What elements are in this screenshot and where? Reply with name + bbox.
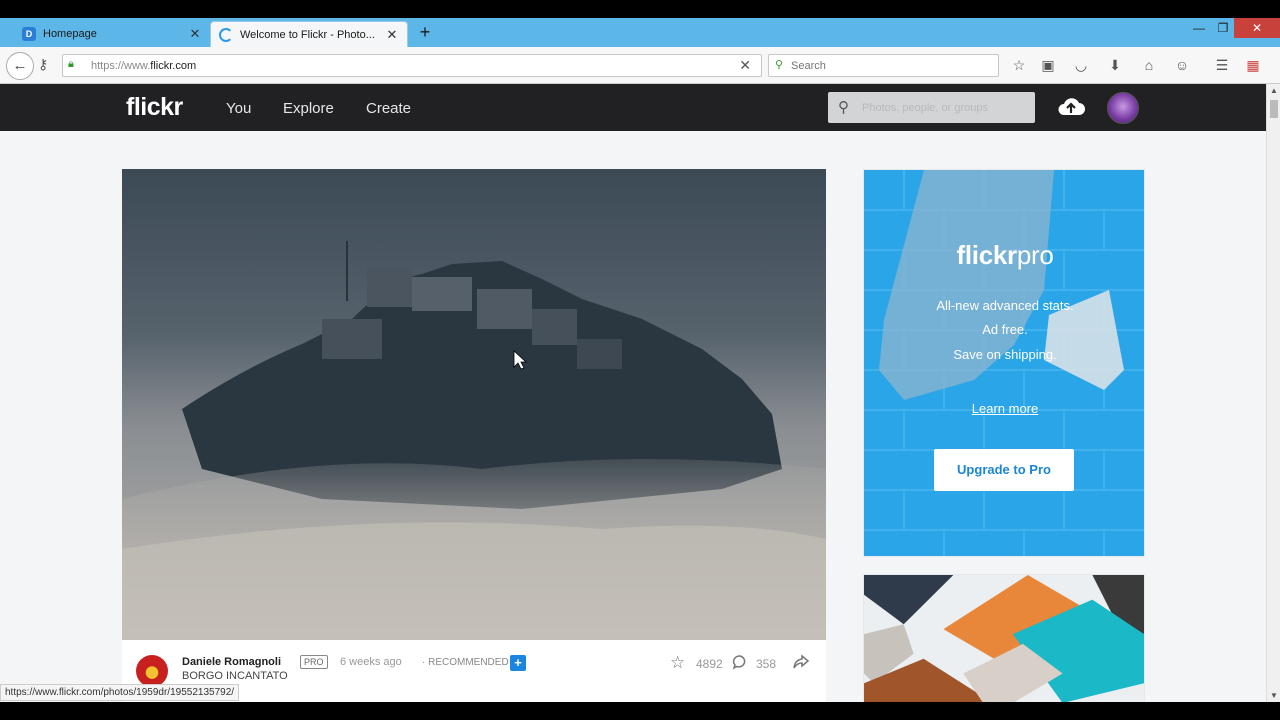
clear-url-icon[interactable]: ✕ bbox=[739, 57, 751, 74]
browser-tab-strip: D Homepage ✕ Welcome to Flickr - Photo..… bbox=[0, 18, 1280, 47]
addon-icon[interactable]: ▦ bbox=[1244, 57, 1262, 74]
comment-icon[interactable] bbox=[732, 654, 748, 670]
learn-more-link[interactable]: Learn more bbox=[864, 401, 1144, 416]
link-status-bar: https://www.flickr.com/photos/1959dr/195… bbox=[0, 684, 240, 701]
flickr-search-input[interactable] bbox=[862, 99, 1027, 117]
fave-count: 4892 bbox=[696, 657, 723, 671]
featured-photo[interactable] bbox=[122, 169, 826, 640]
page-viewport: flickr You Explore Create ⚲ Photos, peop… bbox=[0, 84, 1266, 702]
tab-title: Homepage bbox=[43, 28, 97, 40]
comment-count: 358 bbox=[756, 657, 777, 671]
nav-you[interactable]: You bbox=[226, 100, 251, 117]
scroll-up-arrow-icon[interactable]: ▲ bbox=[1270, 86, 1278, 95]
nav-explore[interactable]: Explore bbox=[283, 100, 334, 117]
star-icon[interactable]: ☆ bbox=[670, 653, 685, 673]
browser-search-input[interactable] bbox=[791, 58, 991, 74]
nav-create[interactable]: Create bbox=[366, 100, 411, 117]
upgrade-to-pro-button[interactable]: Upgrade to Pro bbox=[934, 449, 1074, 491]
flickr-header: flickr You Explore Create ⚲ bbox=[0, 84, 1266, 131]
share-icon[interactable] bbox=[792, 654, 810, 670]
close-tab-icon[interactable]: ✕ bbox=[385, 27, 399, 43]
photo-time: 6 weeks ago bbox=[340, 656, 402, 668]
page-scrollbar[interactable]: ▲ ▼ bbox=[1266, 84, 1280, 702]
tab-flickr[interactable]: Welcome to Flickr - Photo... ✕ bbox=[210, 21, 408, 47]
tab-homepage[interactable]: D Homepage ✕ bbox=[14, 21, 210, 47]
key-icon[interactable]: ⚷ bbox=[38, 56, 48, 73]
scroll-thumb[interactable] bbox=[1270, 100, 1278, 118]
close-tab-icon[interactable]: ✕ bbox=[188, 26, 202, 42]
pro-feature-line: Save on shipping. bbox=[953, 347, 1057, 362]
owner-avatar[interactable] bbox=[136, 655, 168, 687]
scroll-down-arrow-icon[interactable]: ▼ bbox=[1270, 691, 1278, 700]
flickr-search-box[interactable]: ⚲ bbox=[828, 92, 1035, 123]
address-bar[interactable]: 🔒︎ https://www.flickr.com ✕ bbox=[62, 54, 762, 77]
photo-card: Daniele Romagnoli PRO 6 weeks ago · RECO… bbox=[122, 169, 826, 702]
home-icon[interactable]: ⌂ bbox=[1140, 57, 1158, 73]
download-icon[interactable]: ⬇ bbox=[1106, 57, 1124, 74]
photo-title[interactable]: BORGO INCANTATO bbox=[182, 670, 288, 682]
flickr-logo[interactable]: flickr bbox=[126, 93, 183, 122]
close-window-button[interactable]: ✕ bbox=[1234, 18, 1280, 38]
pocket-icon[interactable]: ◡ bbox=[1072, 57, 1090, 74]
brick-wall-background bbox=[864, 170, 1144, 556]
loading-spinner-icon bbox=[219, 27, 233, 42]
pro-badge: PRO bbox=[300, 655, 328, 669]
url-text[interactable]: https://www.flickr.com bbox=[91, 60, 196, 72]
new-tab-button[interactable]: + bbox=[416, 22, 434, 43]
search-icon[interactable]: ⚲ bbox=[838, 98, 849, 116]
menu-icon[interactable]: ☰ bbox=[1213, 57, 1231, 74]
lock-icon[interactable]: 🔒︎ bbox=[68, 58, 74, 71]
promo-image-tile[interactable] bbox=[863, 574, 1145, 702]
pro-feature-line: Ad free. bbox=[982, 322, 1028, 337]
flickr-pro-ad: flickrpro All-new advanced stats. Ad fre… bbox=[863, 169, 1145, 557]
back-button[interactable]: ← bbox=[6, 52, 34, 80]
tab-title: Welcome to Flickr - Photo... bbox=[240, 28, 375, 41]
homepage-favicon-icon: D bbox=[22, 27, 36, 41]
follow-plus-button[interactable]: + bbox=[510, 655, 526, 671]
user-avatar[interactable] bbox=[1107, 92, 1139, 124]
search-engine-icon[interactable]: ⚲ bbox=[775, 58, 783, 71]
recommended-label: · RECOMMENDED bbox=[422, 657, 509, 668]
bookmark-star-icon[interactable]: ☆ bbox=[1010, 57, 1028, 74]
chat-icon[interactable]: ☺ bbox=[1173, 57, 1191, 73]
screen-top-border bbox=[0, 0, 1280, 18]
upload-cloud-icon[interactable] bbox=[1056, 95, 1086, 119]
pro-feature-line: All-new advanced stats. bbox=[936, 298, 1074, 313]
browser-nav-bar: ← ⚷ 🔒︎ https://www.flickr.com ✕ ⚲ ☆ ▣ ◡ … bbox=[0, 47, 1280, 84]
screen-bottom-border bbox=[0, 702, 1280, 720]
owner-name[interactable]: Daniele Romagnoli bbox=[182, 656, 281, 668]
browser-search-box[interactable]: ⚲ bbox=[768, 54, 999, 77]
clipboard-icon[interactable]: ▣ bbox=[1039, 57, 1057, 74]
flickr-pro-logo: flickrpro bbox=[956, 240, 1054, 270]
